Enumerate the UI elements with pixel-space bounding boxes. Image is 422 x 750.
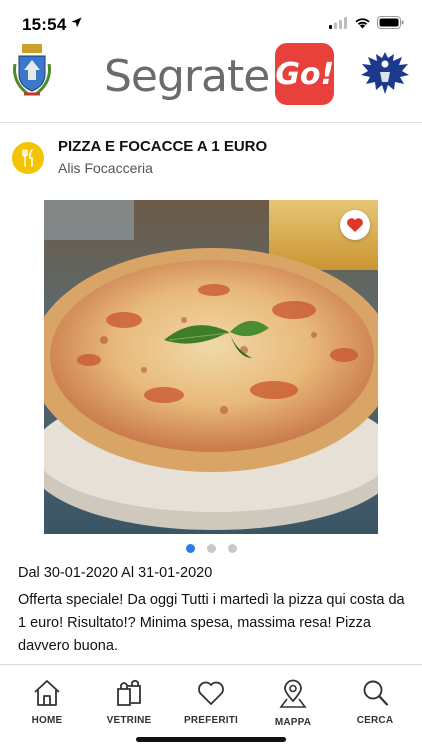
header-divider [0,122,422,123]
carousel-indicator[interactable] [0,544,422,553]
tab-label-home: HOME [31,715,63,726]
status-time: 15:54 [22,15,67,34]
status-bar: 15:54 [0,0,422,44]
cellular-signal-icon [329,16,347,29]
tab-label-vetrine: VETRINE [106,715,152,726]
pizza-photo [44,200,378,534]
offer-image[interactable] [44,200,378,534]
tab-vetrine[interactable]: VETRINE [87,679,171,726]
favorite-button[interactable] [340,210,370,240]
carousel-dot-2[interactable] [206,544,216,553]
tab-home[interactable]: HOME [5,679,89,726]
home-icon [34,680,60,706]
offer-dates: Dal 30-01-2020 Al 31-01-2020 [18,565,213,581]
eagle-icon [361,52,409,94]
location-arrow-icon [71,17,82,28]
municipal-crest-icon [13,44,51,96]
heart-icon [347,218,363,232]
carousel-dot-3[interactable] [227,544,237,553]
heart-outline-icon [198,681,224,705]
carousel-dot-1[interactable] [185,544,195,553]
tab-preferiti[interactable]: PREFERITI [169,679,253,726]
offer-title: PIZZA E FOCACCE A 1 EURO [58,138,268,155]
shopping-bags-icon [117,679,141,706]
tab-label-mappa: MAPPA [274,717,312,728]
tab-label-cerca: CERCA [356,715,394,726]
app-header: Segrate Go! [0,43,422,122]
app-logo: Segrate Go! [104,43,335,105]
map-pin-icon [279,679,307,708]
home-indicator[interactable] [136,737,286,742]
offer-header: PIZZA E FOCACCE A 1 EURO Alis Focacceria [0,138,422,182]
battery-icon [377,16,404,29]
fork-knife-icon [12,142,44,174]
tab-mappa[interactable]: MAPPA [251,679,335,728]
wifi-icon [355,17,370,28]
logo-badge: Go! [275,43,335,105]
status-indicators [329,16,404,29]
logo-text: Segrate [104,51,270,102]
offer-description: Offerta speciale! Da oggi Tutti i marted… [18,592,405,654]
tab-cerca[interactable]: CERCA [333,679,417,726]
tab-label-preferiti: PREFERITI [183,715,239,726]
offer-vendor[interactable]: Alis Focacceria [58,160,153,176]
search-icon [363,680,389,706]
